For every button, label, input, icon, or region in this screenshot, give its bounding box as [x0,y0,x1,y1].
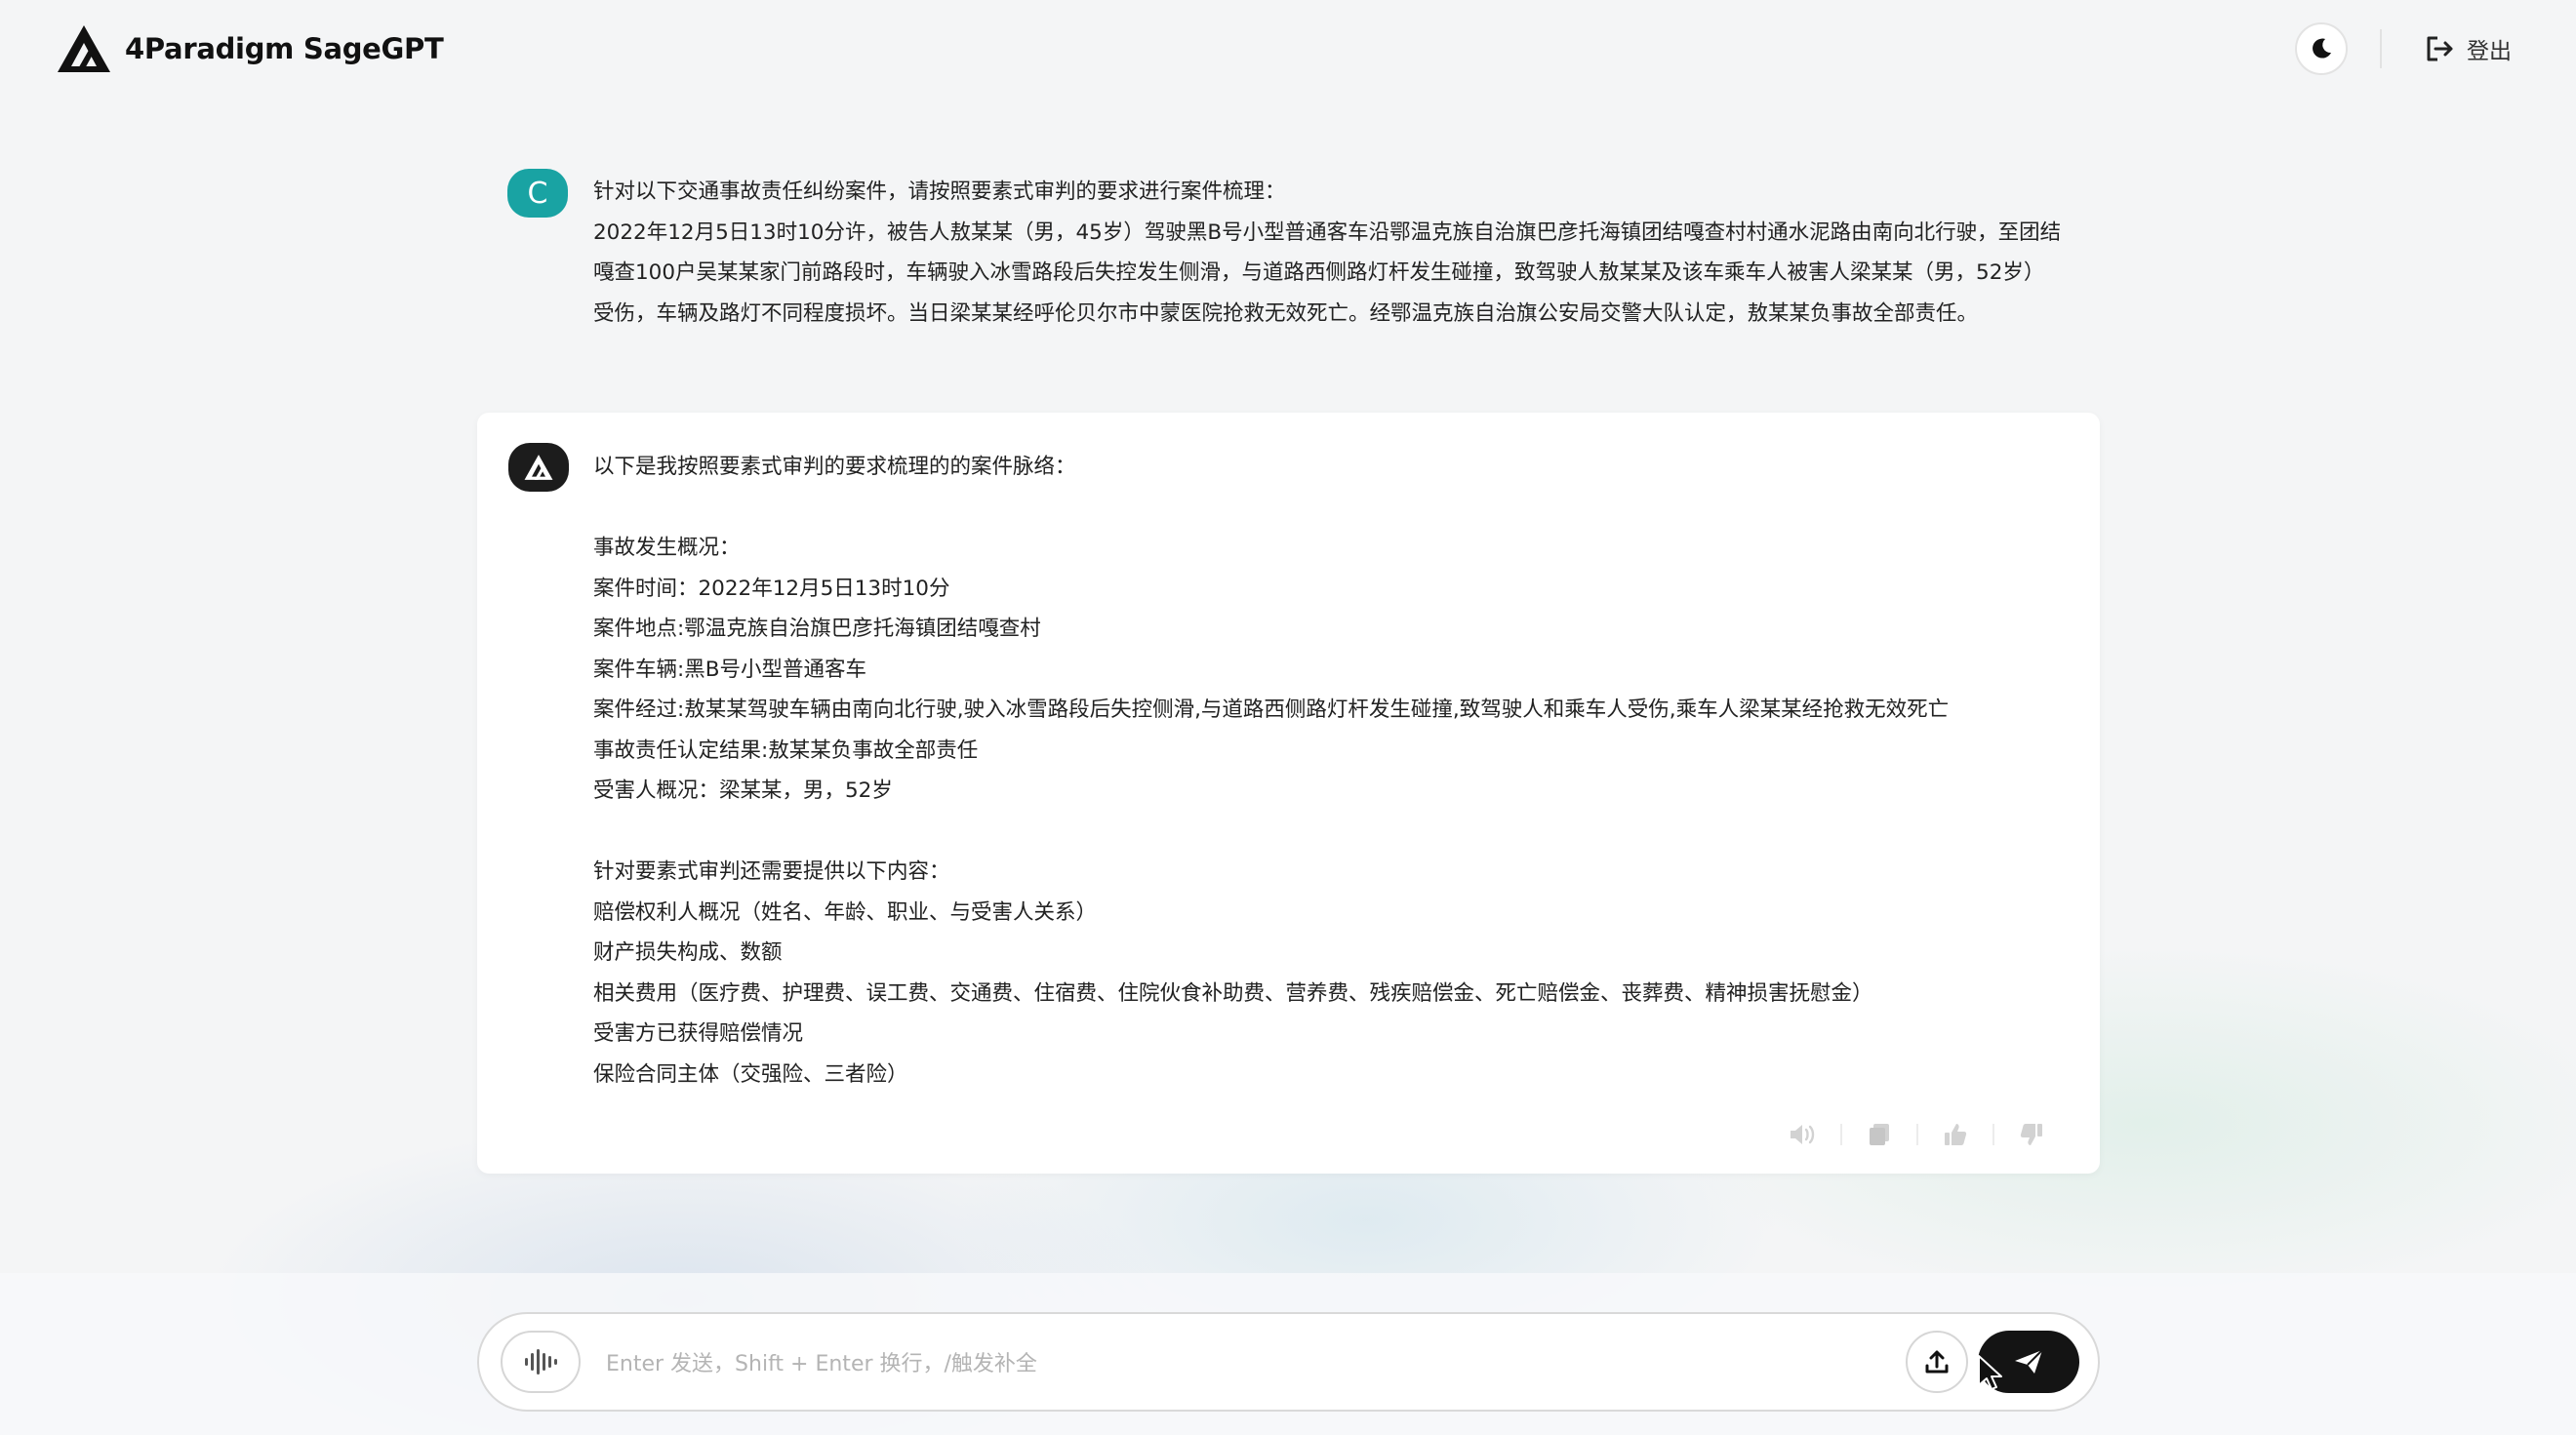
assistant-line: 受害人概况：梁某某，男，52岁 [593,778,893,803]
thumbs-down-icon [2020,1124,2042,1145]
assistant-line: 案件地点:鄂温克族自治旗巴彦托海镇团结嘎查村 [593,617,1041,641]
voice-input-button[interactable] [501,1331,581,1393]
assistant-message-card: 以下是我按照要素式审判的要求梳理的的案件脉络： 事故发生概况： 案件时间：202… [477,413,2100,1174]
chat-input[interactable] [604,1337,1857,1390]
header-divider [2380,29,2382,68]
speaker-icon [1791,1125,1815,1144]
action-divider [1840,1124,1842,1145]
user-message-line: 针对以下交通事故责任纠纷案件，请按照要素式审判的要求进行案件梳理： [593,179,1286,204]
moon-icon [2313,38,2331,59]
assistant-line: 针对要素式审判还需要提供以下内容： [593,859,950,884]
assistant-line: 案件时间：2022年12月5日13时10分 [593,576,950,601]
copy-button[interactable] [1862,1117,1897,1152]
assistant-line: 案件经过:敖某某驾驶车辆由南向北行驶,驶入冰雪路段后失控侧滑,与道路西侧路灯杆发… [593,698,1950,722]
assistant-line: 案件车辆:黑B号小型普通客车 [593,657,866,682]
thumbs-up-icon [1945,1124,1967,1145]
user-avatar: C [507,169,568,218]
top-header: 4Paradigm SageGPT 登出 [0,0,2576,98]
upload-button[interactable] [1906,1331,1968,1393]
like-button[interactable] [1938,1117,1973,1152]
brand-logo[interactable]: 4Paradigm SageGPT [57,23,444,74]
logout-label: 登出 [2467,39,2512,64]
user-message-text: 针对以下交通事故责任纠纷案件，请按照要素式审判的要求进行案件梳理： 2022年1… [593,172,2096,334]
composer-bar [477,1312,2100,1412]
sound-wave-icon [525,1349,557,1375]
action-divider [1992,1124,1994,1145]
assistant-message-text: 以下是我按照要素式审判的要求梳理的的案件脉络： 事故发生概况： 案件时间：202… [593,447,2057,1095]
logout-button[interactable]: 登出 [2424,29,2512,68]
upload-icon [1925,1350,1949,1374]
assistant-line: 事故发生概况： [593,536,741,560]
assistant-logo-icon [524,455,553,480]
send-icon [2015,1349,2043,1374]
assistant-line: 赔偿权利人概况（姓名、年龄、职业、与受害人关系） [593,899,1098,925]
brand-mark-icon [58,25,110,72]
action-divider [1916,1124,1918,1145]
assistant-avatar [508,443,569,492]
user-message-line: 2022年12月5日13时10分许，被告人敖某某（男，45岁）驾驶黑B号小型普通… [593,219,2062,245]
brand-name: 4Paradigm SageGPT [125,32,444,65]
assistant-line [593,812,2057,853]
logout-icon [2427,36,2453,61]
user-message-line: 受伤，车辆及路灯不同程度损坏。当日梁某某经呼伦贝尔市中蒙医院抢救无效死亡。经鄂温… [593,300,1979,326]
assistant-line: 财产损失构成、数额 [593,940,783,965]
assistant-line: 受害方已获得赔偿情况 [593,1021,804,1046]
theme-toggle-button[interactable] [2295,22,2348,75]
read-aloud-button[interactable] [1786,1117,1821,1152]
message-actions [1786,1117,2049,1152]
copy-icon [1870,1124,1889,1145]
dislike-button[interactable] [2014,1117,2049,1152]
assistant-line: 保险合同主体（交强险、三者险） [593,1061,908,1087]
assistant-line [593,488,2057,529]
assistant-line: 以下是我按照要素式审判的要求梳理的的案件脉络： [593,455,1076,479]
assistant-line: 事故责任认定结果:敖某某负事故全部责任 [593,737,979,763]
assistant-line: 相关费用（医疗费、护理费、误工费、交通费、住宿费、住院伙食补助费、营养费、残疾赔… [593,980,1873,1006]
mouse-cursor-icon [1978,1355,2002,1390]
user-message-line: 嘎查100户吴某某家门前路段时，车辆驶入冰雪路段后失控发生侧滑，与道路西侧路灯杆… [593,260,2045,285]
